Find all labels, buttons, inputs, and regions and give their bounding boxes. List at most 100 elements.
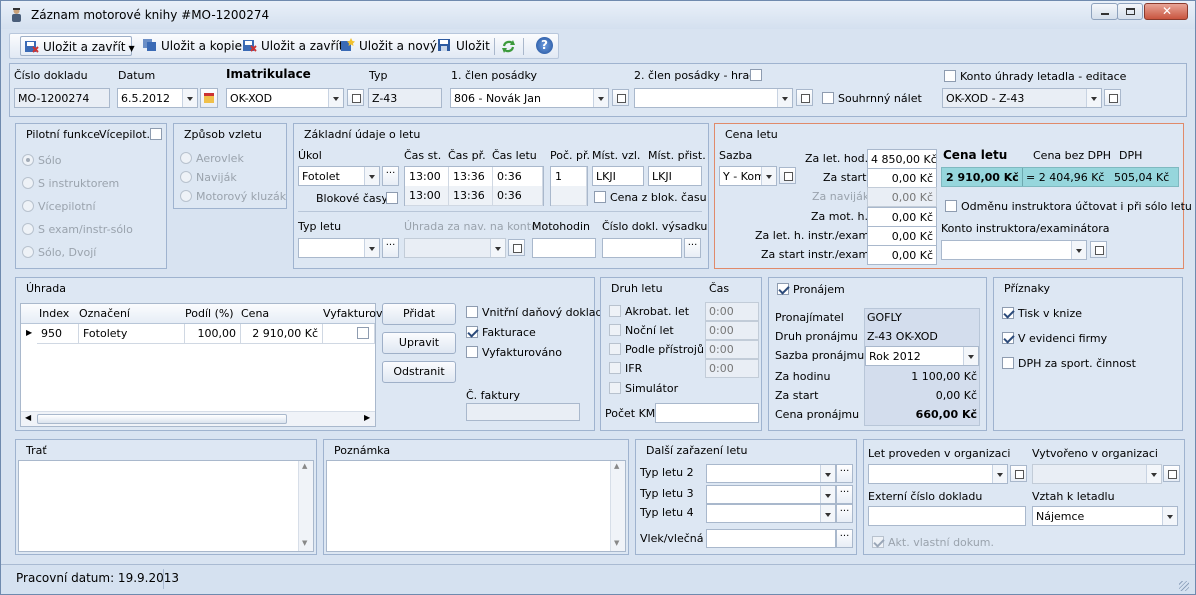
radio-solo-dual[interactable] — [22, 246, 34, 258]
price-block-checkbox[interactable] — [594, 191, 606, 203]
share-cell[interactable]: 100,00 — [185, 324, 241, 344]
land-time-cell[interactable]: 13:36 — [449, 167, 493, 187]
firm-checkbox[interactable] — [1002, 332, 1014, 344]
night-checkbox[interactable] — [609, 324, 621, 336]
scroll-thumb[interactable] — [37, 414, 287, 424]
done-org-field[interactable] — [868, 464, 1008, 484]
help-icon[interactable]: ? — [536, 37, 553, 54]
maximize-button[interactable] — [1117, 3, 1143, 20]
horizontal-scrollbar[interactable]: ◀ ▶ — [21, 411, 375, 426]
task-field[interactable]: Fotolet — [298, 166, 380, 186]
type4-browse-button[interactable]: ··· — [836, 504, 853, 523]
invoice-no-field[interactable] — [466, 403, 580, 421]
crew2-field[interactable] — [634, 88, 793, 108]
name-cell[interactable]: Fotolety — [79, 324, 185, 344]
instr-konto-select-button[interactable] — [1090, 241, 1107, 258]
type3-field[interactable] — [706, 485, 836, 504]
crew2-pays-checkbox[interactable] — [750, 69, 762, 81]
crew1-field[interactable]: 806 - Novák Jan — [450, 88, 609, 108]
created-org-select-button[interactable] — [1163, 465, 1180, 482]
ext-doc-field[interactable] — [868, 506, 1026, 526]
motohours-field[interactable] — [532, 238, 596, 258]
chevron-down-icon[interactable] — [1146, 465, 1161, 483]
arr-field[interactable]: LKJI — [648, 166, 702, 186]
scroll-down-icon[interactable]: ▼ — [614, 539, 619, 547]
radio-with-instructor[interactable] — [22, 177, 34, 189]
scroll-right-icon[interactable]: ▶ — [364, 413, 370, 422]
note-textarea[interactable]: ▲ ▼ — [326, 460, 626, 552]
radio-winch[interactable] — [180, 171, 192, 183]
close-button[interactable]: ✕ — [1144, 3, 1188, 20]
start-field[interactable]: 0,00 Kč — [867, 168, 937, 188]
chevron-down-icon[interactable] — [1071, 241, 1086, 259]
chevron-down-icon[interactable] — [761, 167, 776, 185]
flight-time-cell[interactable]: 0:36 — [493, 186, 543, 206]
imat-select-button[interactable] — [347, 89, 364, 106]
imat-field[interactable]: OK-XOD — [226, 88, 344, 108]
type3-browse-button[interactable]: ··· — [836, 485, 853, 504]
chevron-down-icon[interactable] — [1086, 89, 1101, 107]
chevron-down-icon[interactable] — [182, 89, 197, 107]
chevron-down-icon[interactable] — [364, 239, 379, 257]
invoiced-row-checkbox[interactable] — [357, 327, 369, 339]
instr-field[interactable]: 0,00 Kč — [867, 226, 937, 246]
instr-konto-field[interactable] — [941, 240, 1087, 260]
tow-browse-button[interactable]: ··· — [836, 529, 853, 548]
count-cell[interactable]: 1 — [551, 167, 587, 187]
table-row[interactable]: ▶ 950 Fotolety 100,00 2 910,00 Kč — [21, 324, 375, 345]
acro-checkbox[interactable] — [609, 305, 621, 317]
start-time-cell[interactable]: 13:00 — [405, 186, 449, 206]
per-hour-field[interactable]: 4 850,00 Kč — [867, 149, 937, 169]
scroll-left-icon[interactable]: ◀ — [25, 413, 31, 422]
type2-browse-button[interactable]: ··· — [836, 464, 853, 483]
add-button[interactable]: Přidat — [382, 303, 456, 325]
rate-select-button[interactable] — [779, 167, 796, 184]
invoice-checkbox[interactable] — [466, 326, 478, 338]
chevron-down-icon[interactable] — [820, 505, 835, 522]
save-new-button[interactable]: Uložit a nový — [340, 38, 437, 55]
price-cell[interactable]: 2 910,00 Kč — [241, 324, 323, 344]
chevron-down-icon[interactable] — [364, 167, 379, 185]
block-times-checkbox[interactable] — [386, 192, 398, 204]
radio-aerotow[interactable] — [180, 152, 192, 164]
drop-doc-field[interactable] — [602, 238, 682, 258]
drop-doc-browse-button[interactable]: ··· — [684, 238, 701, 258]
flight-type-field[interactable] — [298, 238, 380, 258]
scroll-down-icon[interactable]: ▼ — [302, 539, 307, 547]
vertical-scrollbar[interactable]: ▲ ▼ — [610, 461, 625, 551]
ifr-checkbox[interactable] — [609, 362, 621, 374]
chevron-down-icon[interactable] — [820, 465, 835, 482]
chevron-down-icon[interactable] — [777, 89, 792, 107]
date-field[interactable]: 6.5.2012 — [117, 88, 198, 108]
tow-field[interactable] — [706, 529, 836, 548]
save-close-dropdown-button[interactable]: Uložit a zavřít ▼ — [20, 36, 135, 56]
type2-field[interactable] — [706, 464, 836, 483]
index-cell[interactable]: 950 — [37, 324, 79, 344]
done-org-select-button[interactable] — [1010, 465, 1027, 482]
pay-nav-select-button[interactable] — [508, 239, 525, 256]
instrument-time-field[interactable]: 0:00 — [705, 340, 759, 359]
chevron-down-icon[interactable] — [963, 347, 978, 365]
chevron-down-icon[interactable] — [490, 239, 505, 257]
doc-no-field[interactable]: MO-1200274 — [14, 88, 110, 108]
type4-field[interactable] — [706, 504, 836, 523]
konto-edit-checkbox[interactable] — [944, 70, 956, 82]
print-checkbox[interactable] — [1002, 307, 1014, 319]
radio-motorglider[interactable] — [180, 190, 192, 202]
dep-field[interactable]: LKJI — [592, 166, 644, 186]
type-field[interactable]: Z-43 — [368, 88, 442, 108]
rental-checkbox[interactable] — [777, 283, 789, 295]
chevron-down-icon[interactable] — [820, 486, 835, 503]
konto-select-button[interactable] — [1104, 89, 1121, 106]
instrument-checkbox[interactable] — [609, 343, 621, 355]
chevron-down-icon[interactable] — [1162, 507, 1177, 525]
ifr-time-field[interactable]: 0:00 — [705, 359, 759, 378]
scroll-up-icon[interactable]: ▲ — [302, 462, 307, 470]
vertical-scrollbar[interactable]: ▲ ▼ — [298, 461, 313, 551]
invoiced-checkbox[interactable] — [466, 346, 478, 358]
acro-time-field[interactable]: 0:00 — [705, 302, 759, 321]
sport-vat-checkbox[interactable] — [1002, 357, 1014, 369]
chevron-down-icon[interactable] — [992, 465, 1007, 483]
simulator-checkbox[interactable] — [609, 382, 621, 394]
instr-start-field[interactable]: 0,00 Kč — [867, 245, 937, 265]
